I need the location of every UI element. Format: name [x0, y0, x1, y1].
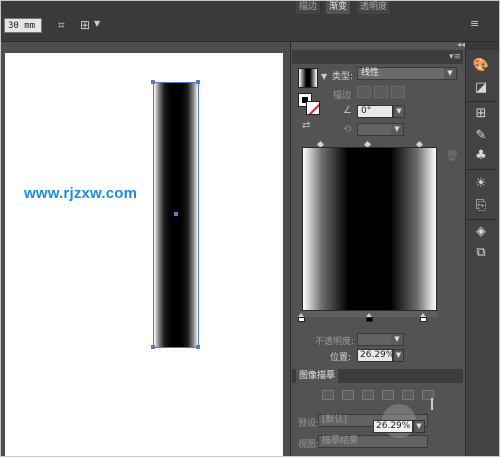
- panel-tab-bar: [292, 50, 463, 64]
- auto-color-icon[interactable]: [322, 390, 334, 400]
- chevron-down-icon[interactable]: ▼: [413, 420, 425, 433]
- collapse-icon[interactable]: ◂◂: [457, 40, 465, 49]
- artboard: [5, 53, 283, 457]
- chevron-down-icon[interactable]: ▼: [321, 72, 327, 81]
- divider: [467, 219, 497, 220]
- preset-label: 预设:: [298, 419, 320, 429]
- aspect-ratio-icon: ⟲: [343, 124, 352, 135]
- preset-value: [默认]: [322, 415, 348, 425]
- view-dropdown[interactable]: 描摹结果: [318, 435, 428, 448]
- center-point: [174, 212, 178, 216]
- stroke-gradient-icon[interactable]: [391, 86, 405, 98]
- type-label: 类型:: [332, 72, 354, 82]
- symbols-icon[interactable]: ⊞: [468, 104, 494, 124]
- chevron-down-icon[interactable]: ▼: [393, 349, 404, 362]
- transform-icon[interactable]: ⌗: [58, 18, 65, 32]
- angle-dropdown[interactable]: ▼: [393, 105, 405, 118]
- aspect-ratio-dropdown[interactable]: ▼: [357, 123, 404, 136]
- chevron-down-icon[interactable]: ▼: [94, 19, 100, 28]
- anchor-point[interactable]: [151, 80, 155, 84]
- trash-icon[interactable]: 🗑: [446, 151, 459, 162]
- export-icon[interactable]: ⎘: [468, 196, 494, 216]
- gradient-stop[interactable]: [298, 313, 305, 322]
- gradient-preview: [302, 147, 437, 311]
- panel-options-icon[interactable]: ▾≡: [449, 52, 461, 62]
- palette-icon[interactable]: 🎨: [468, 56, 494, 76]
- stroke-label: 描边: [333, 91, 352, 101]
- layers-icon[interactable]: ◈: [468, 222, 494, 242]
- position-input[interactable]: 26.29%: [357, 349, 394, 362]
- panel-menu-icon[interactable]: ≡: [470, 17, 479, 31]
- tab-stroke[interactable]: 描边: [296, 0, 322, 14]
- opacity-label: 不透明度:: [315, 337, 355, 347]
- divider: [467, 101, 497, 102]
- type-dropdown[interactable]: 线性 ▼: [357, 67, 457, 80]
- black-white-icon[interactable]: [402, 390, 414, 400]
- brush-icon[interactable]: ◪: [468, 78, 494, 98]
- width-field[interactable]: 30 mm: [4, 18, 42, 33]
- reverse-gradient-icon[interactable]: ⇄: [302, 120, 310, 131]
- angle-input[interactable]: 0°: [357, 105, 393, 118]
- chevron-down-icon: ▼: [394, 106, 404, 117]
- text-cursor: [431, 398, 433, 410]
- appearance-icon[interactable]: ☀: [468, 174, 494, 194]
- opacity-dropdown[interactable]: ▼: [357, 333, 404, 346]
- watermark: www.rjzxw.com: [24, 185, 138, 202]
- clubs-icon[interactable]: ♣: [468, 146, 494, 166]
- dock-header: [465, 42, 500, 50]
- gradient-stop[interactable]: [420, 313, 427, 322]
- type-value: 线性: [361, 68, 380, 78]
- tab-gradient[interactable]: 渐变: [326, 0, 352, 14]
- divider: [467, 169, 497, 170]
- stroke-gradient-icon[interactable]: [374, 86, 388, 98]
- align-icon[interactable]: ⊞: [80, 18, 90, 32]
- chevron-down-icon: ▼: [391, 124, 403, 135]
- gradient-stop[interactable]: [366, 313, 373, 322]
- stroke-gradient-icon[interactable]: [357, 86, 371, 98]
- chevron-down-icon: ▼: [391, 334, 403, 345]
- anchor-point[interactable]: [196, 345, 200, 349]
- chevron-down-icon: ▼: [444, 68, 456, 79]
- gradient-swatch[interactable]: [298, 68, 318, 88]
- artboards-icon[interactable]: ⧉: [468, 243, 494, 263]
- anchor-point[interactable]: [196, 80, 200, 84]
- fill-stroke-icon[interactable]: [298, 93, 320, 115]
- brushes-icon[interactable]: ✎: [468, 126, 494, 146]
- anchor-point[interactable]: [151, 345, 155, 349]
- zoom-input[interactable]: 26.29%: [373, 420, 413, 433]
- view-label: 视图:: [298, 440, 320, 450]
- tab-transparency[interactable]: 透明度: [357, 0, 392, 14]
- grayscale-icon[interactable]: [382, 390, 394, 400]
- stroke-swatch[interactable]: [306, 101, 320, 115]
- low-color-icon[interactable]: [362, 390, 374, 400]
- view-value: 描摹结果: [322, 436, 359, 446]
- angle-icon: ∠: [343, 105, 352, 116]
- high-color-icon[interactable]: [342, 390, 354, 400]
- control-bar: [0, 0, 500, 42]
- tab-image-trace[interactable]: 图像描摹: [296, 369, 339, 383]
- position-label: 位置:: [330, 353, 352, 363]
